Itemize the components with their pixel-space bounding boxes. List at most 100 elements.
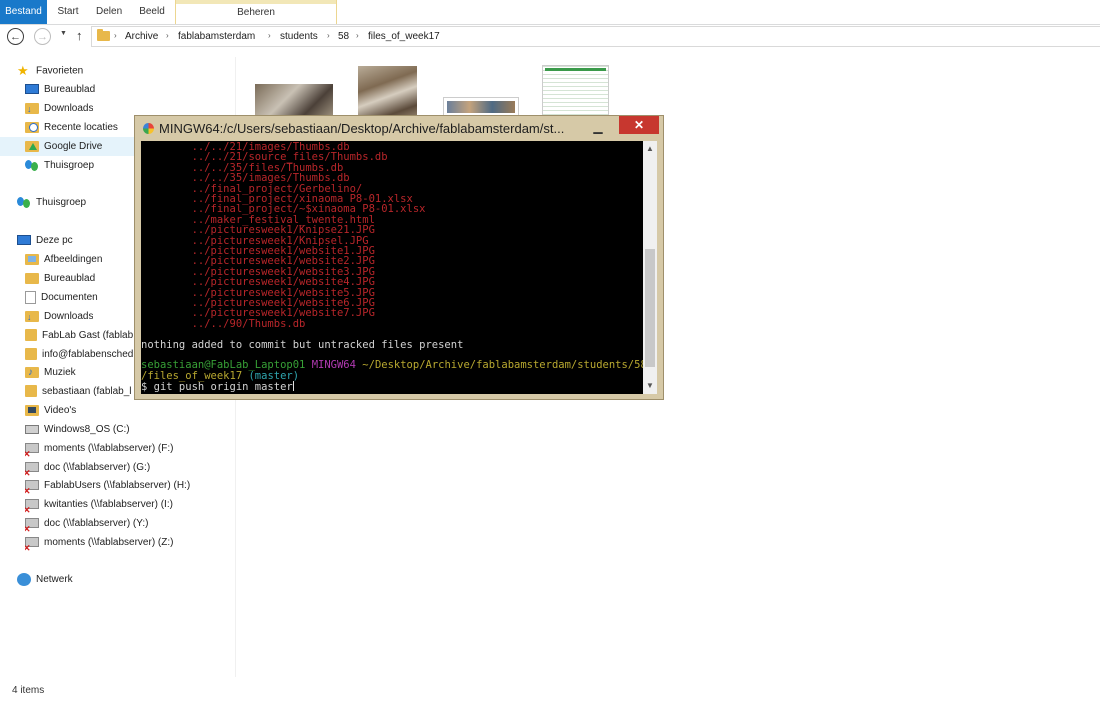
breadcrumb-fablabamsterdam[interactable]: fablabamsterdam [178,31,255,42]
downloads-folder-icon [25,100,39,118]
nav-google-drive[interactable]: Google Drive [25,138,102,156]
nav-deze-pc[interactable]: Deze pc [17,232,73,250]
address-row: ← → ▼ ↑ › Archive › fablabamsterdam › st… [0,25,1100,49]
breadcrumb-files-of-week17[interactable]: files_of_week17 [368,31,440,42]
nav-downloads[interactable]: Downloads [25,100,93,118]
disconnected-network-drive-icon [25,518,39,533]
tab-start[interactable]: Start [56,0,80,24]
arrow-up-icon: ↑ [76,28,83,43]
pictures-folder-icon [25,253,39,265]
homegroup-icon [17,196,31,209]
nav-recente-locaties[interactable]: Recente locaties [25,119,118,137]
prompt-path: ~/Desktop/Archive/fablabamsterdam/studen… [362,359,643,372]
terminal-title: MINGW64:/c/Users/sebastiaan/Desktop/Arch… [159,121,565,136]
user-folder-icon [25,385,37,398]
breadcrumb-58[interactable]: 58 [338,31,349,42]
git-bash-icon [143,123,154,134]
disconnected-network-drive-icon [25,537,39,552]
forward-button[interactable]: → [34,28,51,45]
thumbnail-image [447,101,515,113]
shell-prompt-continued: /files_of_week17 (master) [141,369,299,382]
nav-thuisgroep-fav[interactable]: Thuisgroep [25,157,94,175]
chevron-right-icon: › [166,31,169,40]
prompt-env: MINGW64 [311,359,356,372]
nav-drive-f[interactable]: moments (\\fablabserver) (F:) [25,440,173,458]
breadcrumb-archive[interactable]: Archive [125,31,158,42]
command-text: $ git push origin master [141,381,293,394]
nav-afbeeldingen[interactable]: Afbeeldingen [25,251,102,269]
videos-folder-icon [25,404,39,416]
file-thumbnail[interactable] [358,66,417,120]
untracked-file-line: ../../90/Thumbs.db [141,317,306,330]
close-button[interactable]: ✕ [619,116,659,134]
hard-drive-icon [25,424,39,434]
nav-drive-g[interactable]: doc (\\fablabserver) (G:) [25,459,150,477]
chevron-right-icon: › [114,31,117,40]
maximize-button[interactable] [591,116,617,134]
scroll-thumb[interactable] [645,249,655,367]
recent-locations-dropdown[interactable]: ▼ [60,30,67,37]
terminal-window[interactable]: MINGW64:/c/Users/sebastiaan/Desktop/Arch… [134,115,664,400]
recent-locations-icon [25,121,39,133]
nav-windows8-os[interactable]: Windows8_OS (C:) [25,421,130,439]
tab-beheren-label: Beheren [237,7,275,18]
scroll-up-arrow-icon[interactable]: ▲ [646,144,654,153]
chevron-right-icon: › [327,31,330,40]
star-icon: ★ [17,63,29,78]
disconnected-network-drive-icon [25,443,39,458]
homegroup-icon [25,159,39,172]
address-bar[interactable]: › Archive › fablabamsterdam › students ›… [91,26,1100,47]
scroll-down-arrow-icon[interactable]: ▼ [646,381,654,390]
up-button[interactable]: ↑ [76,28,83,43]
nav-drive-h[interactable]: FablabUsers (\\fablabserver) (H:) [25,477,190,495]
nav-videos[interactable]: Video's [25,402,76,420]
nav-bureaublad[interactable]: Bureaublad [25,81,95,99]
disconnected-network-drive-icon [25,462,39,477]
nav-drive-y[interactable]: doc (\\fablabserver) (Y:) [25,515,148,533]
tab-delen[interactable]: Delen [96,0,122,24]
tab-beheren[interactable]: Beheren [175,0,337,24]
tab-bestand[interactable]: Bestand [0,0,47,24]
nav-documenten[interactable]: Documenten [25,289,98,307]
terminal-scrollbar[interactable]: ▲ ▼ [643,141,657,394]
disconnected-network-drive-icon [25,480,39,495]
arrow-left-icon: ← [10,30,21,43]
thumbnail-image [545,68,606,71]
disconnected-network-drive-icon [25,499,39,514]
nav-muziek[interactable]: Muziek [25,364,76,382]
desktop-folder-icon [25,272,39,284]
terminal-output[interactable]: ../../21/images/Thumbs.db ../../21/sourc… [141,141,643,394]
chevron-right-icon: › [356,31,359,40]
status-item-count: 4 items [12,685,45,696]
arrow-right-icon: → [37,30,48,43]
nav-favorieten[interactable]: ★ Favorieten [17,62,83,80]
git-status-message: nothing added to commit but untracked fi… [141,338,464,351]
user-folder-icon [25,348,37,361]
nav-downloads-pc[interactable]: Downloads [25,308,93,326]
network-icon [17,572,31,586]
ribbon: Bestand Start Delen Beeld Beheren [0,0,1100,25]
breadcrumb-students[interactable]: students [280,31,318,42]
nav-drive-z[interactable]: moments (\\fablabserver) (Z:) [25,534,173,552]
nav-netwerk[interactable]: Netwerk [17,571,73,589]
folder-icon [97,29,110,41]
chevron-right-icon: › [268,31,271,40]
close-icon: ✕ [633,118,645,132]
user-folder-icon [25,329,37,342]
chevron-down-icon: ▼ [60,30,67,37]
text-cursor [292,381,294,392]
command-line[interactable]: $ git push origin master [141,381,294,392]
back-button[interactable]: ← [7,28,24,45]
tab-beeld[interactable]: Beeld [139,0,165,24]
downloads-folder-icon [25,308,39,326]
nav-drive-i[interactable]: kwitanties (\\fablabserver) (I:) [25,496,173,514]
computer-icon [17,235,31,246]
prompt-path-continued: /files_of_week17 [141,369,243,382]
file-thumbnail[interactable] [542,65,609,120]
desktop-icon [25,84,39,95]
documents-icon [25,290,36,304]
google-drive-icon [25,140,39,152]
music-folder-icon [25,364,39,382]
nav-thuisgroep[interactable]: Thuisgroep [17,194,86,212]
nav-bureaublad-pc[interactable]: Bureaublad [25,270,95,288]
